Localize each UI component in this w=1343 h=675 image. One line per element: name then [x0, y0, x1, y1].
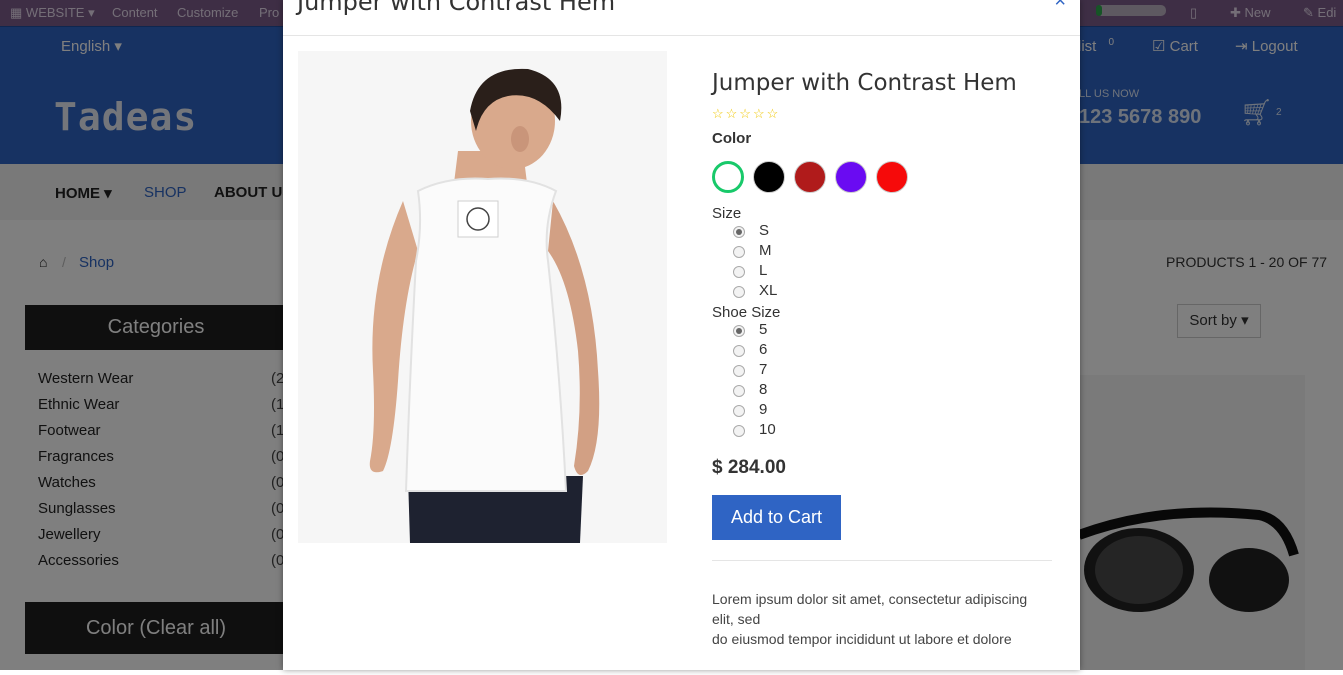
product-price: $ 284.00	[712, 457, 786, 478]
shoe-size-option-label: 5	[759, 321, 768, 338]
shoe-size-option[interactable]: 5	[712, 321, 1052, 341]
radio-button[interactable]	[733, 365, 745, 377]
rating-stars[interactable]: ☆☆☆☆☆	[712, 106, 1052, 122]
size-label: Size	[712, 205, 742, 222]
modal-header: Jumper with Contrast Hem ×	[283, 0, 1080, 36]
product-image	[298, 51, 667, 543]
radio-button[interactable]	[733, 246, 745, 258]
size-option[interactable]: XL	[712, 282, 1052, 302]
radio-button[interactable]	[733, 345, 745, 357]
product-details: Jumper with Contrast Hem ☆☆☆☆☆ Color Siz…	[712, 70, 1052, 649]
description-line: Lorem ipsum dolor sit amet, consectetur …	[712, 591, 1028, 627]
size-option-label: XL	[759, 282, 778, 299]
radio-button[interactable]	[733, 266, 745, 278]
quick-view-modal: Jumper with Contrast Hem × Jumper with C…	[283, 0, 1080, 670]
color-swatch-white[interactable]	[712, 161, 744, 193]
radio-button[interactable]	[733, 405, 745, 417]
size-option[interactable]: M	[712, 242, 1052, 262]
size-option-label: M	[759, 242, 772, 259]
shoe-size-option[interactable]: 6	[712, 341, 1052, 361]
divider	[712, 560, 1052, 561]
shoe-size-label: Shoe Size	[712, 304, 781, 321]
size-option[interactable]: S	[712, 222, 1052, 242]
color-label: Color	[712, 130, 752, 147]
color-swatch-purple[interactable]	[835, 161, 867, 193]
radio-button[interactable]	[733, 286, 745, 298]
color-swatch-red[interactable]	[876, 161, 908, 193]
radio-button[interactable]	[733, 226, 745, 238]
product-name: Jumper with Contrast Hem	[712, 70, 1017, 96]
size-option-label: L	[759, 262, 768, 279]
size-option-label: S	[759, 222, 770, 239]
product-description: Lorem ipsum dolor sit amet, consectetur …	[712, 589, 1052, 649]
close-icon[interactable]: ×	[1054, 0, 1066, 13]
shoe-size-option[interactable]: 8	[712, 381, 1052, 401]
size-option[interactable]: L	[712, 262, 1052, 282]
shoe-size-option-label: 8	[759, 381, 768, 398]
color-swatch-black[interactable]	[753, 161, 785, 193]
color-swatches	[712, 161, 1052, 193]
radio-button[interactable]	[733, 325, 745, 337]
shoe-size-option[interactable]: 10	[712, 421, 1052, 441]
modal-title: Jumper with Contrast Hem	[297, 0, 616, 16]
shoe-size-option[interactable]: 7	[712, 361, 1052, 381]
description-line: do eiusmod tempor incididunt ut labore e…	[712, 631, 1012, 647]
add-to-cart-button[interactable]: Add to Cart	[712, 495, 841, 540]
radio-button[interactable]	[733, 385, 745, 397]
model-photo	[298, 51, 667, 543]
radio-button[interactable]	[733, 425, 745, 437]
shoe-size-option-label: 7	[759, 361, 768, 378]
shoe-size-option-label: 10	[759, 421, 776, 438]
shoe-size-option[interactable]: 9	[712, 401, 1052, 421]
color-swatch-maroon[interactable]	[794, 161, 826, 193]
shoe-size-option-label: 9	[759, 401, 768, 418]
shoe-size-option-label: 6	[759, 341, 768, 358]
